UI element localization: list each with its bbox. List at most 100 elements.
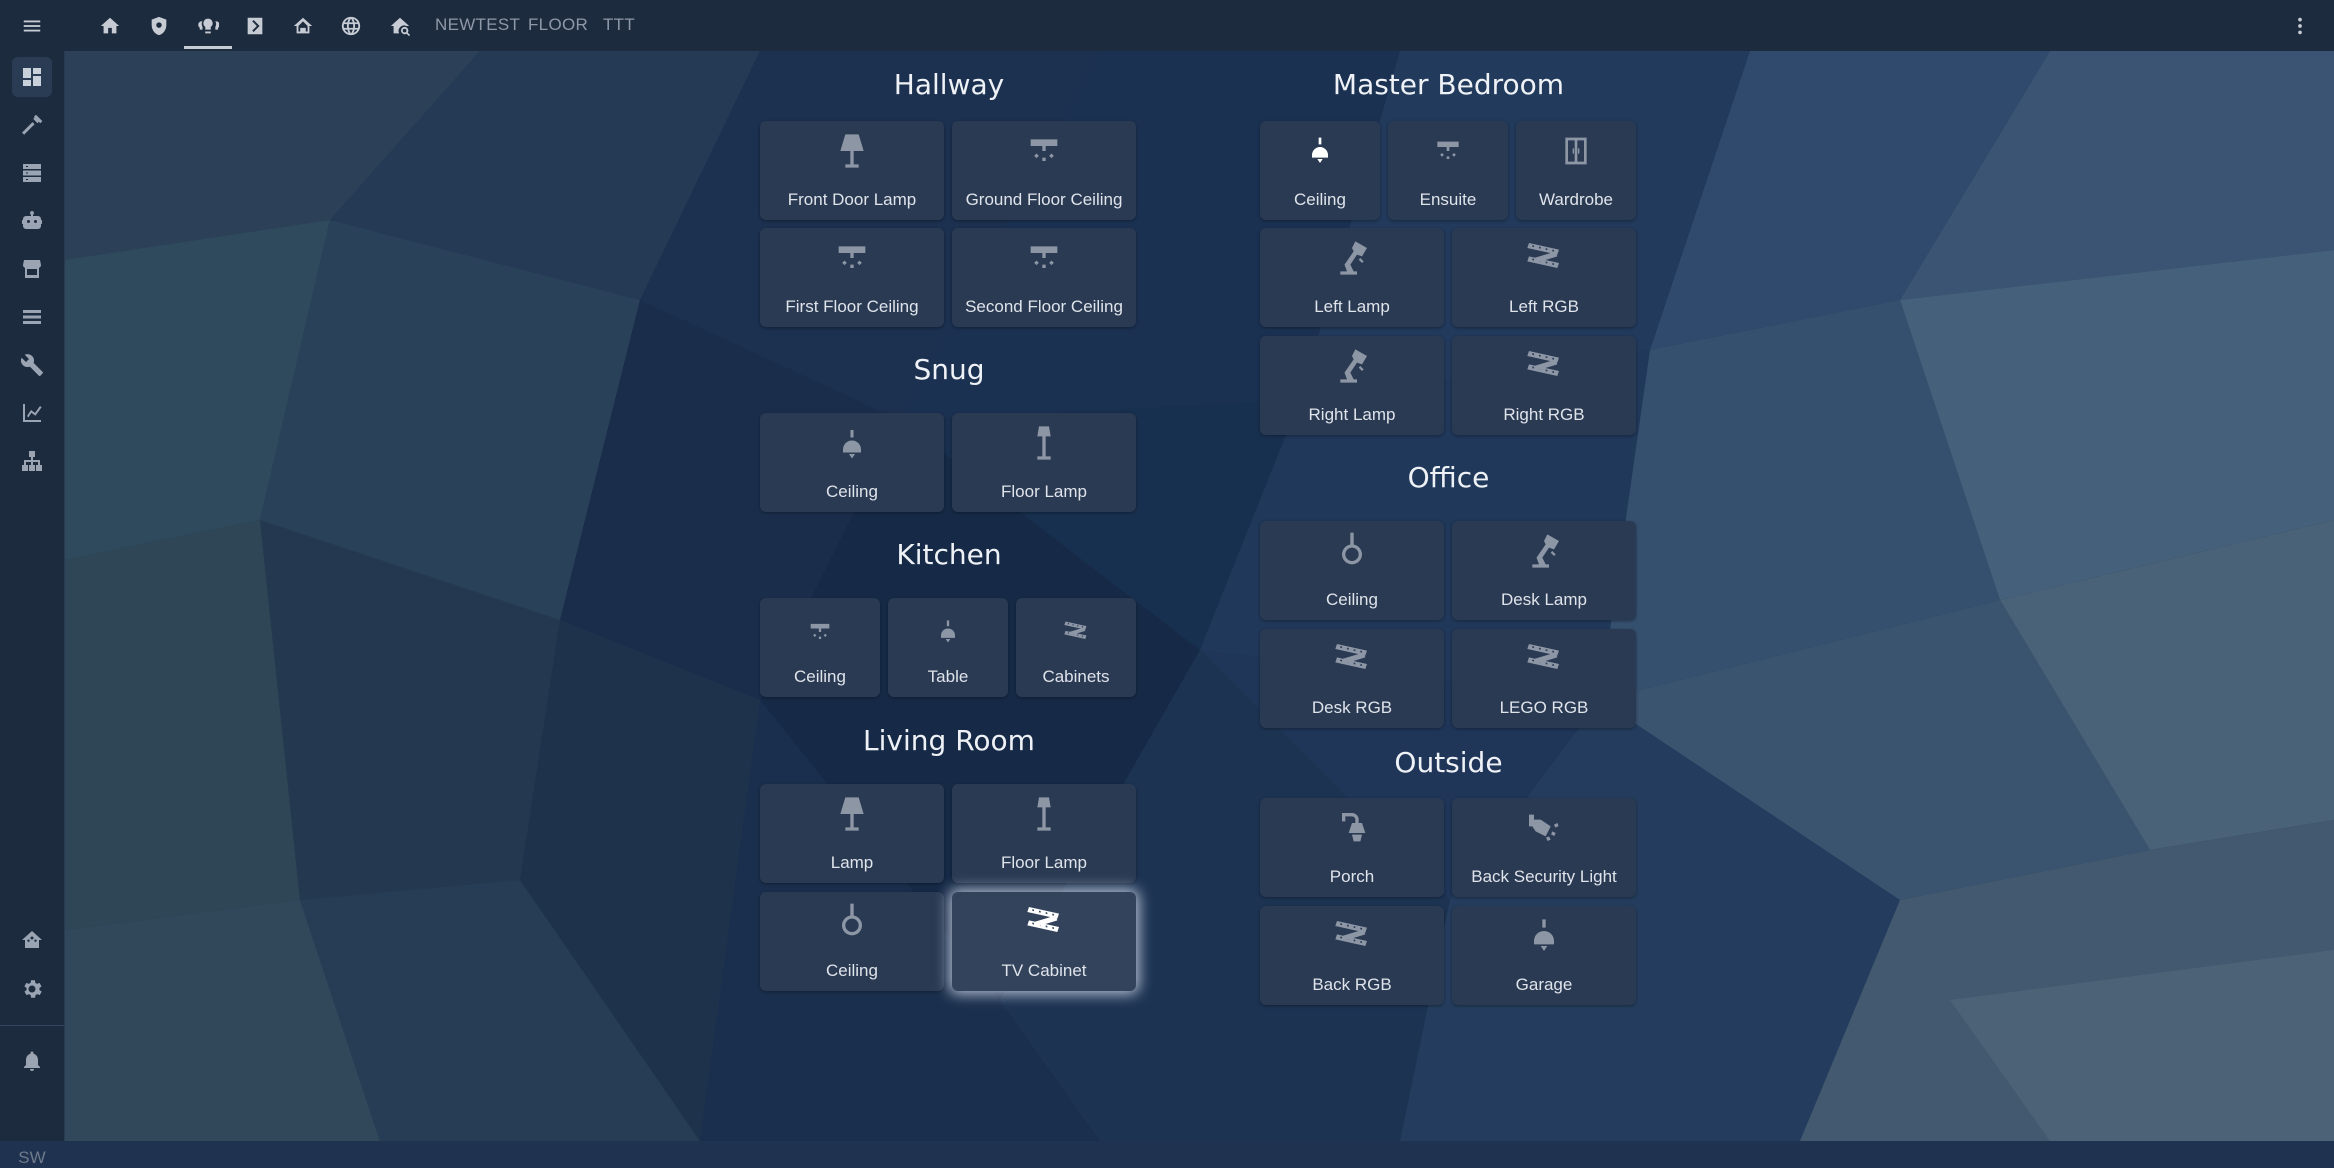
light-card-garage[interactable]: Garage bbox=[1452, 906, 1636, 1005]
robot-icon[interactable] bbox=[12, 201, 52, 241]
ceiling-light-icon bbox=[1024, 131, 1064, 176]
bell-icon[interactable] bbox=[12, 1041, 52, 1081]
led-strip-icon bbox=[1329, 916, 1375, 961]
ceiling-light-icon bbox=[1432, 135, 1464, 172]
light-card-bedroom-ceiling[interactable]: Ceiling bbox=[1260, 121, 1380, 220]
card-label: Back RGB bbox=[1312, 975, 1392, 994]
light-card-back-rgb[interactable]: Back RGB bbox=[1260, 906, 1444, 1005]
light-card-porch[interactable]: Porch bbox=[1260, 798, 1444, 897]
light-card-desk-rgb[interactable]: Desk RGB bbox=[1260, 629, 1444, 728]
ceiling-pendant-icon bbox=[1304, 135, 1336, 172]
desk-lamp-icon bbox=[1332, 346, 1372, 391]
user-initials[interactable]: SW bbox=[0, 1148, 64, 1168]
dashboard-icon[interactable] bbox=[12, 57, 52, 97]
active-tab-indicator bbox=[184, 46, 232, 49]
card-label: Ensuite bbox=[1419, 190, 1477, 209]
home-icon[interactable] bbox=[97, 13, 123, 39]
card-label: Ceiling bbox=[1326, 590, 1378, 609]
light-card-front-door-lamp[interactable]: Front Door Lamp bbox=[760, 121, 944, 220]
card-label: TV Cabinet bbox=[1001, 961, 1087, 980]
hammer-icon[interactable] bbox=[12, 105, 52, 145]
shield-icon[interactable] bbox=[146, 13, 172, 39]
sidebar-divider bbox=[0, 1025, 64, 1026]
light-card-desk-lamp[interactable]: Desk Lamp bbox=[1452, 521, 1636, 620]
ceiling-pendant-icon bbox=[834, 427, 870, 468]
card-label: Front Door Lamp bbox=[787, 190, 917, 209]
storefront-icon[interactable] bbox=[12, 249, 52, 289]
led-strip-icon bbox=[1521, 238, 1567, 283]
light-card-living-floor-lamp[interactable]: Floor Lamp bbox=[952, 784, 1136, 883]
chevron-box-icon[interactable] bbox=[242, 13, 268, 39]
card-label: Floor Lamp bbox=[1001, 853, 1087, 872]
tab-ttt[interactable]: TTT bbox=[603, 15, 635, 35]
ceiling-light-icon bbox=[832, 238, 872, 283]
light-card-office-ceiling[interactable]: Ceiling bbox=[1260, 521, 1444, 620]
light-card-ground-floor-ceiling[interactable]: Ground Floor Ceiling bbox=[952, 121, 1136, 220]
card-label: Ceiling bbox=[826, 961, 878, 980]
card-label: Garage bbox=[1515, 975, 1573, 994]
card-label: Second Floor Ceiling bbox=[965, 297, 1123, 316]
floodlight-icon bbox=[1524, 808, 1564, 853]
web-icon[interactable] bbox=[338, 13, 364, 39]
card-label: LEGO RGB bbox=[1499, 698, 1589, 717]
floor-lamp-icon bbox=[1024, 794, 1064, 839]
outdoor-lamp-icon bbox=[1332, 808, 1372, 853]
card-label: Desk RGB bbox=[1311, 698, 1393, 717]
tab-floor[interactable]: FLOOR bbox=[528, 15, 588, 35]
light-card-first-floor-ceiling[interactable]: First Floor Ceiling bbox=[760, 228, 944, 327]
section-title-living-room: Living Room bbox=[863, 724, 1035, 757]
sitemap-icon[interactable] bbox=[12, 441, 52, 481]
section-title-office: Office bbox=[1407, 461, 1490, 494]
light-card-left-rgb[interactable]: Left RGB bbox=[1452, 228, 1636, 327]
card-label: Right Lamp bbox=[1308, 405, 1396, 424]
wardrobe-icon bbox=[1560, 135, 1592, 172]
light-card-left-lamp[interactable]: Left Lamp bbox=[1260, 228, 1444, 327]
card-label: Back Security Light bbox=[1471, 867, 1617, 886]
light-card-kitchen-table[interactable]: Table bbox=[888, 598, 1008, 697]
card-label: Floor Lamp bbox=[1001, 482, 1087, 501]
desk-lamp-icon bbox=[1524, 531, 1564, 576]
light-card-right-lamp[interactable]: Right Lamp bbox=[1260, 336, 1444, 435]
cog-icon[interactable] bbox=[12, 969, 52, 1009]
home-search-icon[interactable] bbox=[387, 13, 413, 39]
light-card-back-security-light[interactable]: Back Security Light bbox=[1452, 798, 1636, 897]
light-card-snug-floor-lamp[interactable]: Floor Lamp bbox=[952, 413, 1136, 512]
card-label: Ground Floor Ceiling bbox=[965, 190, 1123, 209]
home-assistant-icon[interactable] bbox=[12, 920, 52, 960]
chart-icon[interactable] bbox=[12, 393, 52, 433]
card-label: Left Lamp bbox=[1314, 297, 1390, 316]
lightbulb-group-icon[interactable] bbox=[195, 13, 221, 39]
ceiling-bulb-icon bbox=[1332, 531, 1372, 576]
section-title-kitchen: Kitchen bbox=[896, 538, 1002, 571]
ceiling-light-icon bbox=[1024, 238, 1064, 283]
light-card-tv-cabinet[interactable]: TV Cabinet bbox=[952, 892, 1136, 991]
light-card-ensuite[interactable]: Ensuite bbox=[1388, 121, 1508, 220]
home-automation-icon[interactable] bbox=[290, 13, 316, 39]
lamp-icon bbox=[832, 794, 872, 839]
section-title-hallway: Hallway bbox=[893, 68, 1005, 101]
card-label: Ceiling bbox=[794, 667, 846, 686]
led-strip-icon bbox=[1062, 618, 1090, 651]
light-card-lego-rgb[interactable]: LEGO RGB bbox=[1452, 629, 1636, 728]
menu-icon[interactable] bbox=[19, 13, 45, 39]
section-title-master-bedroom: Master Bedroom bbox=[1332, 68, 1565, 101]
card-label: Wardrobe bbox=[1538, 190, 1613, 209]
light-card-second-floor-ceiling[interactable]: Second Floor Ceiling bbox=[952, 228, 1136, 327]
light-card-living-lamp[interactable]: Lamp bbox=[760, 784, 944, 883]
card-label: Left RGB bbox=[1509, 297, 1579, 316]
light-card-living-ceiling[interactable]: Ceiling bbox=[760, 892, 944, 991]
more-vertical-icon[interactable] bbox=[2287, 13, 2313, 39]
tab-newtest[interactable]: NEWTEST bbox=[435, 15, 520, 35]
card-label: Ceiling bbox=[826, 482, 878, 501]
light-card-wardrobe[interactable]: Wardrobe bbox=[1516, 121, 1636, 220]
server-icon[interactable] bbox=[12, 153, 52, 193]
light-card-kitchen-cabinets[interactable]: Cabinets bbox=[1016, 598, 1136, 697]
card-label: Lamp bbox=[830, 853, 874, 872]
layers-icon[interactable] bbox=[12, 297, 52, 337]
card-label: Right RGB bbox=[1503, 405, 1585, 424]
light-card-snug-ceiling[interactable]: Ceiling bbox=[760, 413, 944, 512]
light-card-right-rgb[interactable]: Right RGB bbox=[1452, 336, 1636, 435]
light-card-kitchen-ceiling[interactable]: Ceiling bbox=[760, 598, 880, 697]
wrench-icon[interactable] bbox=[12, 345, 52, 385]
card-label: Porch bbox=[1329, 867, 1375, 886]
